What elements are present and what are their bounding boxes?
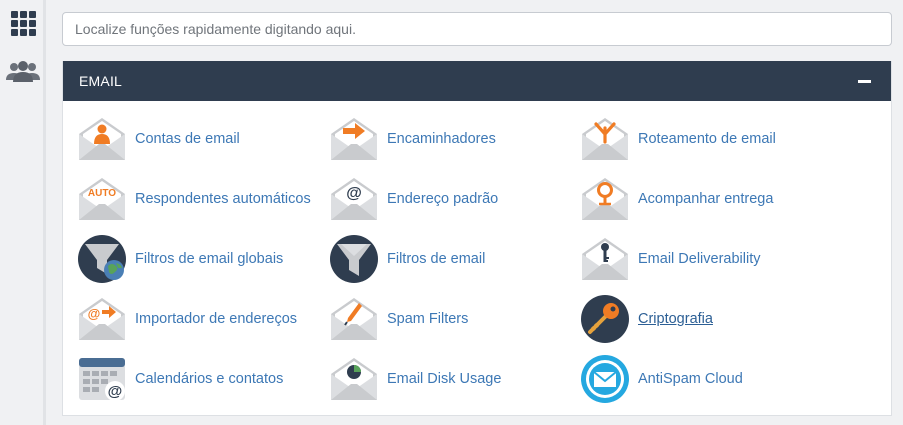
email-section-header[interactable]: EMAIL — [63, 61, 891, 101]
section-title: EMAIL — [79, 73, 123, 89]
tool-label: Encaminhadores — [387, 131, 496, 147]
calendars-contacts-icon: @ — [79, 358, 125, 401]
tool-spam-filters[interactable]: Spam Filters — [329, 293, 468, 345]
tool-email-accounts[interactable]: Contas de email — [77, 113, 240, 165]
spam-filters-icon — [331, 298, 377, 340]
email-section-panel: EMAIL Contas de email Encaminhadores Rot… — [62, 61, 892, 416]
tool-autoresponders[interactable]: AUTO Respondentes automáticos — [77, 173, 311, 225]
tool-encryption[interactable]: Criptografia — [580, 293, 713, 345]
tool-label: Spam Filters — [387, 311, 469, 327]
tool-email-routing[interactable]: Roteamento de email — [580, 113, 776, 165]
tool-label: Criptografia — [638, 311, 713, 327]
tool-label: Importador de endereços — [135, 311, 298, 327]
apps-grid-button[interactable] — [0, 3, 46, 43]
track-delivery-icon — [582, 178, 628, 220]
tool-label: Acompanhar entrega — [638, 191, 774, 207]
tool-forwarders[interactable]: Encaminhadores — [329, 113, 496, 165]
search-input[interactable] — [62, 12, 892, 46]
email-filters-icon — [330, 235, 378, 283]
tool-address-importer[interactable]: @ Importador de endereços — [77, 293, 297, 345]
at-badge: @ — [346, 185, 362, 202]
email-accounts-icon — [79, 118, 125, 160]
antispam-cloud-icon — [581, 355, 629, 403]
default-address-icon: @ — [331, 178, 377, 220]
at-badge: @ — [88, 306, 101, 321]
users-icon — [6, 61, 40, 82]
tool-label: Endereço padrão — [387, 191, 499, 207]
email-routing-icon — [582, 118, 628, 160]
tool-global-email-filters[interactable]: Filtros de email globais — [77, 233, 283, 285]
tool-email-filters[interactable]: Filtros de email — [329, 233, 485, 285]
left-rail — [0, 0, 46, 425]
tool-calendars-contacts[interactable]: @ Calendários e contatos — [77, 353, 283, 405]
tool-label: Contas de email — [135, 131, 240, 147]
tool-default-address[interactable]: @ Endereço padrão — [329, 173, 498, 225]
tool-label: Respondentes automáticos — [135, 191, 311, 207]
tool-label: Roteamento de email — [638, 131, 776, 147]
tool-antispam-cloud[interactable]: AntiSpam Cloud — [580, 353, 743, 405]
tool-email-disk-usage[interactable]: Email Disk Usage — [329, 353, 501, 405]
address-importer-icon: @ — [79, 298, 125, 340]
email-deliverability-icon — [582, 238, 628, 280]
apps-grid-icon — [10, 10, 36, 36]
tool-label: Filtros de email — [387, 251, 486, 267]
forwarders-icon — [331, 118, 377, 160]
tool-label: Filtros de email globais — [135, 251, 284, 267]
users-button[interactable] — [0, 52, 46, 92]
encryption-icon — [581, 295, 629, 343]
tool-email-deliverability[interactable]: Email Deliverability — [580, 233, 760, 285]
auto-badge: AUTO — [88, 188, 116, 199]
tool-label: Email Disk Usage — [387, 371, 502, 387]
at-badge: @ — [108, 383, 123, 400]
tool-label: AntiSpam Cloud — [638, 371, 743, 387]
email-disk-usage-icon — [331, 358, 377, 400]
tool-track-delivery[interactable]: Acompanhar entrega — [580, 173, 773, 225]
global-email-filters-icon — [78, 235, 126, 283]
autoresponders-icon: AUTO — [79, 178, 125, 220]
tool-label: Email Deliverability — [638, 251, 761, 267]
tool-label: Calendários e contatos — [135, 371, 284, 387]
collapse-minus-icon[interactable] — [858, 79, 871, 83]
